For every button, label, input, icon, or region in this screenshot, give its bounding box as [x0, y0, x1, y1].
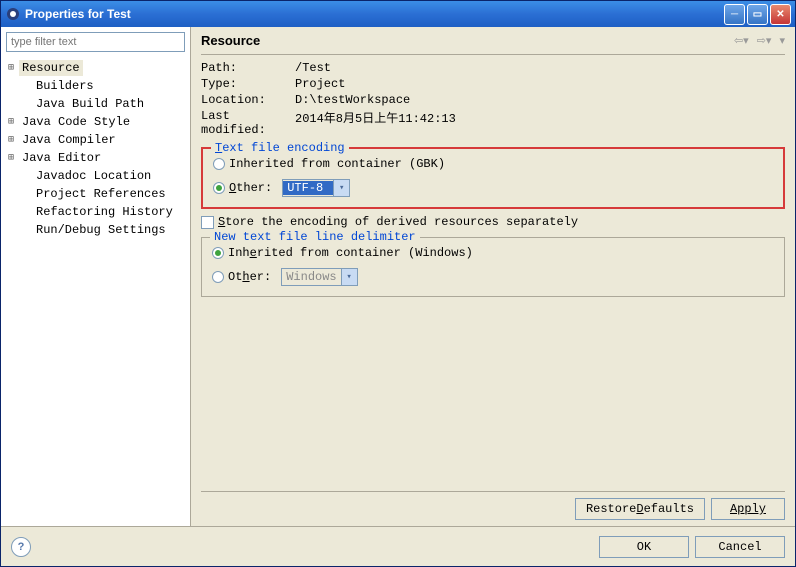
delimiter-inherited-label: Inherited from container (Windows) — [228, 246, 473, 260]
tree-item-label: Javadoc Location — [33, 168, 154, 184]
nav-tree: ⊞ResourceBuildersJava Build Path⊞Java Co… — [1, 57, 190, 241]
button-row-top: Restore Defaults Apply — [201, 491, 785, 526]
right-pane: Resource ⇦▾ ⇨▾ ▾ Path:/Test Type:Project… — [191, 27, 795, 526]
tree-item-label: Builders — [33, 78, 97, 94]
delimiter-value: Windows — [282, 270, 340, 284]
app-icon — [5, 6, 21, 22]
encoding-inherited-row[interactable]: Inherited from container (GBK) — [213, 157, 773, 171]
modified-value: 2014年8月5日上午11:42:13 — [295, 109, 456, 137]
encoding-inherited-label: Inherited from container (GBK) — [229, 157, 445, 171]
tree-item-label: Refactoring History — [33, 204, 176, 220]
tree-item[interactable]: Javadoc Location — [5, 167, 186, 185]
tree-item-label: Resource — [19, 60, 83, 76]
window: Properties for Test ─ ▭ ✕ ⊞ResourceBuild… — [0, 0, 796, 567]
cancel-button[interactable]: Cancel — [695, 536, 785, 558]
menu-icon[interactable]: ▾ — [779, 34, 785, 47]
encoding-other-row[interactable]: Other: UTF-8 ▾ — [213, 179, 773, 197]
apply-button[interactable]: Apply — [711, 498, 785, 520]
tree-item[interactable]: ⊞Resource — [5, 59, 186, 77]
tree-item[interactable]: Builders — [5, 77, 186, 95]
radio-icon[interactable] — [212, 247, 224, 259]
page-header: Resource ⇦▾ ⇨▾ ▾ — [201, 33, 785, 55]
delimiter-other-label: Other: — [228, 270, 271, 284]
delimiter-legend: New text file line delimiter — [210, 230, 420, 244]
close-button[interactable]: ✕ — [770, 4, 791, 25]
tree-item-label: Java Editor — [19, 150, 104, 166]
tree-item[interactable]: ⊞Java Compiler — [5, 131, 186, 149]
tree-item[interactable]: Run/Debug Settings — [5, 221, 186, 239]
left-pane: ⊞ResourceBuildersJava Build Path⊞Java Co… — [1, 27, 191, 526]
content: ⊞ResourceBuildersJava Build Path⊞Java Co… — [1, 27, 795, 526]
expand-icon[interactable]: ⊞ — [5, 116, 17, 128]
encoding-other-label: Other: — [229, 181, 272, 195]
delimiter-inherited-row[interactable]: Inherited from container (Windows) — [212, 246, 774, 260]
chevron-down-icon: ▾ — [341, 269, 357, 285]
tree-item[interactable]: Project References — [5, 185, 186, 203]
type-value: Project — [295, 77, 345, 91]
titlebar-text: Properties for Test — [25, 7, 724, 21]
location-value: D:\testWorkspace — [295, 93, 410, 107]
chevron-down-icon[interactable]: ▾ — [333, 180, 349, 196]
back-icon[interactable]: ⇦▾ — [734, 34, 749, 47]
location-label: Location: — [201, 93, 295, 107]
expand-icon[interactable]: ⊞ — [5, 134, 17, 146]
help-icon[interactable]: ? — [11, 537, 31, 557]
radio-icon[interactable] — [213, 158, 225, 170]
page-title: Resource — [201, 33, 734, 48]
forward-icon[interactable]: ⇨▾ — [757, 34, 772, 47]
tree-item-label: Java Build Path — [33, 96, 147, 112]
footer: ? OK Cancel — [1, 526, 795, 566]
delimiter-other-row[interactable]: Other: Windows ▾ — [212, 268, 774, 286]
maximize-button[interactable]: ▭ — [747, 4, 768, 25]
expand-icon[interactable]: ⊞ — [5, 62, 17, 74]
filter-input[interactable] — [6, 32, 185, 52]
ok-button[interactable]: OK — [599, 536, 689, 558]
tree-item-label: Project References — [33, 186, 169, 202]
tree-item-label: Run/Debug Settings — [33, 222, 169, 238]
tree-item[interactable]: ⊞Java Editor — [5, 149, 186, 167]
delimiter-group: New text file line delimiter Inherited f… — [201, 237, 785, 297]
delimiter-combo: Windows ▾ — [281, 268, 357, 286]
tree-item-label: Java Code Style — [19, 114, 133, 130]
derived-row[interactable]: Store the encoding of derived resources … — [201, 215, 785, 229]
titlebar: Properties for Test ─ ▭ ✕ — [1, 1, 795, 27]
tree-item-label: Java Compiler — [19, 132, 119, 148]
checkbox-icon[interactable] — [201, 216, 214, 229]
type-label: Type: — [201, 77, 295, 91]
encoding-group: Text file encoding Inherited from contai… — [201, 147, 785, 209]
tree-item[interactable]: ⊞Java Code Style — [5, 113, 186, 131]
properties: Path:/Test Type:Project Location:D:\test… — [201, 61, 785, 139]
minimize-button[interactable]: ─ — [724, 4, 745, 25]
radio-icon[interactable] — [213, 182, 225, 194]
tree-item[interactable]: Refactoring History — [5, 203, 186, 221]
radio-icon[interactable] — [212, 271, 224, 283]
path-value: /Test — [295, 61, 331, 75]
path-label: Path: — [201, 61, 295, 75]
header-nav: ⇦▾ ⇨▾ ▾ — [734, 34, 785, 47]
encoding-value: UTF-8 — [283, 181, 333, 195]
derived-label: Store the encoding of derived resources … — [218, 215, 578, 229]
modified-label: Last modified: — [201, 109, 295, 137]
tree-item[interactable]: Java Build Path — [5, 95, 186, 113]
restore-defaults-button[interactable]: Restore Defaults — [575, 498, 705, 520]
expand-icon[interactable]: ⊞ — [5, 152, 17, 164]
encoding-legend: Text file encoding — [211, 141, 349, 155]
window-buttons: ─ ▭ ✕ — [724, 4, 791, 25]
encoding-combo[interactable]: UTF-8 ▾ — [282, 179, 350, 197]
